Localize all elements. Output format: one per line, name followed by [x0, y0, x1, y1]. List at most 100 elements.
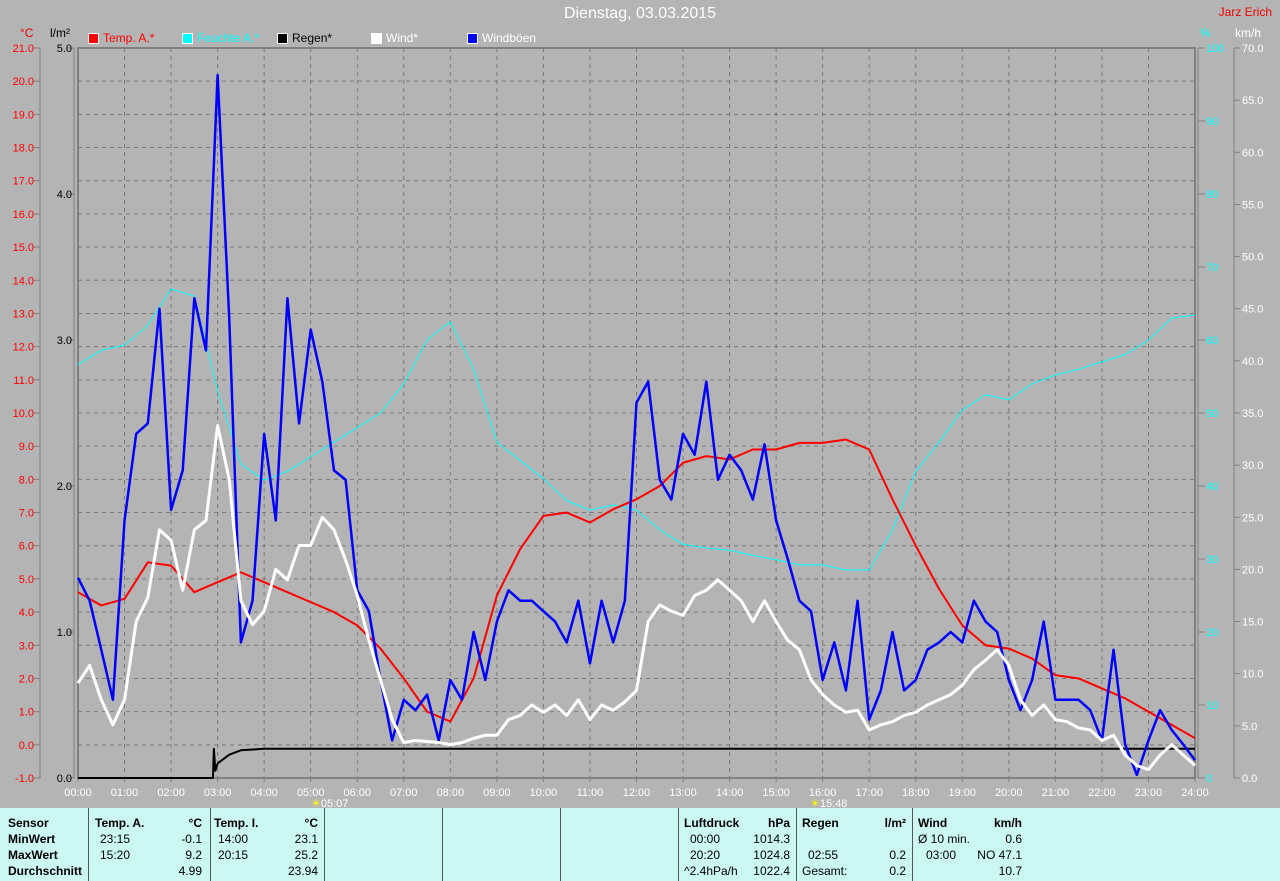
legend-wind: Wind*	[371, 31, 418, 45]
x-tick-label: 08:00	[437, 787, 465, 799]
temp-i-avg: 23.94	[287, 864, 318, 878]
rain-r3-label: Gesamt:	[802, 864, 848, 878]
weather-chart: 00:00 01:00 02:00 03:00 04:00 05:00 06:00 07:00…	[13, 43, 1264, 799]
legend-swatch	[182, 32, 193, 44]
wind-tick-label: 20.0	[1242, 564, 1263, 576]
wind-unit: km/h	[993, 816, 1022, 830]
temp-tick-label: 15.0	[13, 242, 34, 254]
legend-label: Temp. A.*	[103, 31, 155, 45]
pressure-r1-label: 00:00	[690, 832, 721, 846]
legend-label: Regen*	[292, 31, 333, 45]
wind-tick-label: 5.0	[1242, 721, 1257, 733]
temp-tick-label: -1.0	[15, 773, 34, 785]
legend-temp: Temp. A.*	[88, 31, 154, 45]
divider	[796, 808, 797, 881]
humidity-tick-label: 30	[1206, 554, 1218, 566]
pressure-unit: hPa	[767, 816, 790, 830]
temp-tick-label: 2.0	[19, 673, 34, 685]
legend-swatch	[277, 32, 288, 44]
rain-unit: l/m²	[884, 816, 906, 830]
humidity-tick-label: 20	[1206, 627, 1218, 639]
x-tick-label: 09:00	[483, 787, 511, 799]
divider	[912, 808, 913, 881]
x-tick-label: 00:00	[64, 787, 92, 799]
humidity-tick-label: 100	[1206, 43, 1224, 55]
temp-tick-label: 8.0	[19, 474, 34, 486]
humidity-tick-label: 60	[1206, 335, 1218, 347]
temp-tick-label: 5.0	[19, 574, 34, 586]
legend-swatch	[467, 32, 478, 44]
humidity-tick-label: 10	[1206, 700, 1218, 712]
rain-unit-label: l/m²	[50, 26, 70, 40]
temp-i-min-time: 14:00	[218, 832, 249, 846]
temp-a-avg: 4.99	[178, 864, 202, 878]
x-tick-label: 19:00	[949, 787, 977, 799]
x-tick-label: 21:00	[1042, 787, 1070, 799]
temp-i-max: 25.2	[294, 848, 318, 862]
x-tick-label: 15:00	[762, 787, 790, 799]
humidity-tick-label: 0	[1206, 773, 1212, 785]
temp-tick-label: 1.0	[19, 707, 34, 719]
wind-tick-label: 25.0	[1242, 512, 1263, 524]
temp-tick-label: 17.0	[13, 176, 34, 188]
x-tick-label: 04:00	[250, 787, 278, 799]
rain-tick-label: 0.0	[57, 773, 72, 785]
x-tick-label: 10:00	[530, 787, 558, 799]
wind-tick-label: 40.0	[1242, 356, 1263, 368]
wind-tick-label: 65.0	[1242, 95, 1263, 107]
x-tick-label: 11:00	[577, 787, 604, 799]
x-tick-label: 22:00	[1088, 787, 1116, 799]
wind-tick-label: 35.0	[1242, 408, 1263, 420]
divider	[210, 808, 211, 881]
temp-tick-label: 10.0	[13, 408, 34, 420]
humidity-tick-label: 70	[1206, 262, 1218, 274]
temp-tick-label: 21.0	[13, 43, 34, 55]
wind-unit-label: km/h	[1235, 26, 1262, 40]
temp-tick-label: 14.0	[13, 275, 34, 287]
wind-tick-label: 10.0	[1242, 669, 1263, 681]
legend-rain: Regen*	[277, 31, 332, 45]
humidity-tick-label: 40	[1206, 481, 1218, 493]
wind-r1-label: Ø 10 min.	[918, 832, 971, 846]
pressure-r3-label: ^2.4hPa/h	[684, 864, 738, 878]
legend-humidity: Feuchte A.*	[182, 31, 259, 45]
temp-tick-label: 4.0	[19, 607, 34, 619]
wind-tick-label: 0.0	[1242, 773, 1257, 785]
rain-r3: 0.2	[889, 864, 906, 878]
wind-tick-label: 55.0	[1242, 199, 1263, 211]
wind-tick-label: 60.0	[1242, 147, 1263, 159]
x-tick-label: 24:00	[1181, 787, 1209, 799]
temp-a-min-time: 23:15	[100, 832, 131, 846]
pressure-r1: 1014.3	[753, 832, 790, 846]
divider	[560, 808, 561, 881]
pressure-r2-label: 20:20	[690, 848, 721, 862]
series-wind	[76, 424, 1197, 772]
humidity-tick-label: 80	[1206, 189, 1218, 201]
temp-tick-label: 20.0	[13, 76, 34, 88]
wind-r3: 10.7	[998, 864, 1022, 878]
temp-tick-label: 18.0	[13, 143, 34, 155]
temp-a-header: Temp. A.	[95, 816, 145, 830]
wind-tick-label: 45.0	[1242, 304, 1263, 316]
wind-r2: NO 47.1	[977, 848, 1022, 862]
rain-tick-label: 4.0	[57, 189, 72, 201]
humidity-tick-label: 90	[1206, 116, 1218, 128]
humidity-unit-label: %	[1200, 26, 1211, 40]
wind-tick-label: 15.0	[1242, 617, 1263, 629]
rain-tick-label: 5.0	[57, 43, 72, 55]
wind-r1: 0.6	[1005, 832, 1022, 846]
x-tick-label: 20:00	[995, 787, 1023, 799]
temp-a-max: 9.2	[185, 848, 202, 862]
wind-tick-label: 70.0	[1242, 43, 1263, 55]
temp-tick-label: 7.0	[19, 508, 34, 520]
row-label-avg: Durchschnitt	[8, 864, 83, 878]
x-tick-label: 12:00	[623, 787, 651, 799]
wind-r2-label: 03:00	[926, 848, 957, 862]
temp-tick-label: 13.0	[13, 308, 34, 320]
temp-i-unit: °C	[304, 816, 318, 830]
row-label-sensor: Sensor	[8, 816, 49, 830]
pressure-r2: 1024.8	[753, 848, 790, 862]
wind-tick-label: 50.0	[1242, 252, 1263, 264]
temp-i-max-time: 20:15	[218, 848, 249, 862]
legend-label: Windböen	[482, 31, 537, 45]
